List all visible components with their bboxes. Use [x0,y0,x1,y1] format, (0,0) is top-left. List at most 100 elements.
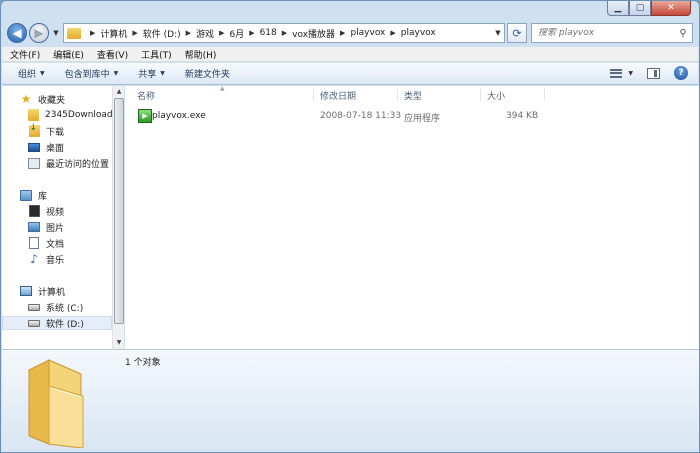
recent-pages-dropdown[interactable]: ▼ [51,29,61,37]
menu-bar: 文件(F) 编辑(E) 查看(V) 工具(T) 帮助(H) [2,47,698,62]
organize-label: 组织 [18,70,37,80]
chevron-right-icon[interactable]: ▶ [186,29,191,37]
documents-library-icon [29,237,39,249]
new-folder-button[interactable]: 新建文件夹 [185,67,230,80]
caption-buttons: ▁ ▢ ✕ [607,1,691,16]
folder-icon [28,109,39,121]
breadcrumb-item[interactable]: vox播放器 [292,27,335,40]
chevron-right-icon[interactable]: ▶ [249,29,254,37]
nav-item-label: 图片 [46,223,65,234]
nav-item-videos[interactable]: 视频 [2,204,112,218]
chevron-down-icon: ▼ [113,70,119,77]
playvox-exe-icon: ▶ [138,109,152,123]
breadcrumb-item-current[interactable]: playvox [401,28,436,38]
menu-view[interactable]: 查看(V) [97,48,128,61]
computer-icon [20,286,32,296]
file-row[interactable]: ▶ playvox.exe 2008-07-18 11:33 应用程序 394 … [133,108,692,124]
nav-libraries[interactable]: 库 [2,188,112,202]
breadcrumb-item[interactable]: 618 [260,28,277,38]
organize-button[interactable]: 组织 ▼ [18,67,45,80]
nav-item-downloads[interactable]: 下载 [2,123,112,138]
column-name[interactable]: 名称 [137,89,155,102]
folder-icon [67,27,81,39]
nav-item-drive-c[interactable]: 系统 (C:) [2,300,112,314]
nav-item-documents[interactable]: 文档 [2,236,112,250]
minimize-button[interactable]: ▁ [607,1,629,16]
breadcrumb: ▶ 计算机 ▶ 软件 (D:) ▶ 游戏 ▶ 6月 ▶ 618 ▶ vox播放器… [85,27,436,40]
nav-scrollbar[interactable]: ▲ ▼ [112,86,124,349]
refresh-button[interactable]: ⟳ [507,23,527,43]
share-label: 共享 [138,70,157,80]
nav-item-label: 视频 [46,207,65,218]
nav-item-drive-d[interactable]: 软件 (D:) [2,316,112,330]
nav-item-desktop[interactable]: 桌面 [2,140,112,154]
help-icon[interactable]: ? [674,66,688,80]
column-size[interactable]: 大小 [487,89,505,102]
view-options-dropdown[interactable]: ▼ [628,70,633,77]
scroll-up-arrow-icon[interactable]: ▲ [113,86,125,98]
breadcrumb-item[interactable]: 软件 (D:) [143,27,181,40]
libraries-icon [20,189,32,201]
menu-help[interactable]: 帮助(H) [185,48,217,61]
include-in-library-label: 包含到库中 [64,70,110,80]
column-type[interactable]: 类型 [404,89,422,102]
nav-item-2345downloads[interactable]: 2345Downloads [2,108,117,122]
column-date-modified[interactable]: 修改日期 [320,89,356,102]
back-button[interactable]: ◀ [7,23,27,43]
file-type: 应用程序 [404,114,441,124]
forward-button[interactable]: ▶ [29,23,49,43]
nav-item-music[interactable]: ♪ 音乐 [2,252,112,266]
include-in-library-button[interactable]: 包含到库中 ▼ [65,67,119,80]
nav-item-label: 下载 [46,127,65,138]
downloads-folder-icon [28,123,40,137]
close-button[interactable]: ✕ [651,1,691,16]
scrollbar-thumb[interactable] [114,98,124,324]
breadcrumb-item[interactable]: playvox [350,28,385,38]
search-input[interactable] [538,28,674,38]
music-note-icon: ♪ [30,252,38,266]
chevron-right-icon[interactable]: ▶ [219,29,224,37]
chevron-right-icon[interactable]: ▶ [132,29,137,37]
toolbar-right: ▼ ? [610,66,688,80]
address-dropdown[interactable]: ▼ [492,29,504,37]
breadcrumb-item[interactable]: 6月 [229,27,244,40]
address-bar[interactable]: ▶ 计算机 ▶ 软件 (D:) ▶ 游戏 ▶ 6月 ▶ 618 ▶ vox播放器… [63,23,505,43]
nav-libraries-label: 库 [38,191,48,202]
video-library-icon [28,205,40,217]
nav-item-pictures[interactable]: 图片 [2,220,112,234]
menu-tools[interactable]: 工具(T) [141,48,172,61]
nav-computer[interactable]: 计算机 [2,284,112,298]
search-box[interactable]: ⚲ [531,23,693,43]
menu-edit[interactable]: 编辑(E) [53,48,84,61]
hard-drive-icon [28,319,40,327]
maximize-button[interactable]: ▢ [629,1,651,16]
share-button[interactable]: 共享 ▼ [138,67,165,80]
scroll-down-arrow-icon[interactable]: ▼ [113,337,125,349]
breadcrumb-item[interactable]: 计算机 [100,27,127,40]
sort-arrow-icon: ▲ [220,85,225,92]
nav-favorites[interactable]: ★ 收藏夹 [2,92,112,106]
desktop-icon [28,142,40,152]
chevron-right-icon[interactable]: ▶ [340,29,345,37]
pictures-library-icon [28,222,40,232]
preview-pane-icon[interactable] [647,67,660,79]
nav-item-label: 最近访问的位置 [46,159,110,170]
breadcrumb-item[interactable]: 游戏 [196,27,214,40]
change-view-icon[interactable] [610,68,623,78]
explorer-window: ▁ ▢ ✕ ◀ ▶ ▼ ▶ 计算机 ▶ 软件 (D:) ▶ 游戏 ▶ 6月 ▶ … [0,0,700,453]
command-bar: 组织 ▼ 包含到库中 ▼ 共享 ▼ 新建文件夹 ▼ ? [2,63,698,85]
chevron-right-icon[interactable]: ▶ [90,29,95,37]
star-icon: ★ [20,92,32,106]
nav-item-label: 软件 (D:) [46,319,84,330]
file-size: 394 KB [506,111,539,121]
nav-item-label: 文档 [46,239,65,250]
search-icon[interactable]: ⚲ [674,28,692,39]
chevron-right-icon[interactable]: ▶ [282,29,287,37]
menu-file[interactable]: 文件(F) [10,48,40,61]
nav-item-label: 2345Downloads [45,110,118,120]
nav-item-label: 桌面 [46,143,65,154]
chevron-right-icon[interactable]: ▶ [390,29,395,37]
chevron-down-icon: ▼ [160,70,165,77]
nav-item-recent-places[interactable]: 最近访问的位置 [2,156,112,170]
item-count: 1 个对象 [125,358,161,368]
